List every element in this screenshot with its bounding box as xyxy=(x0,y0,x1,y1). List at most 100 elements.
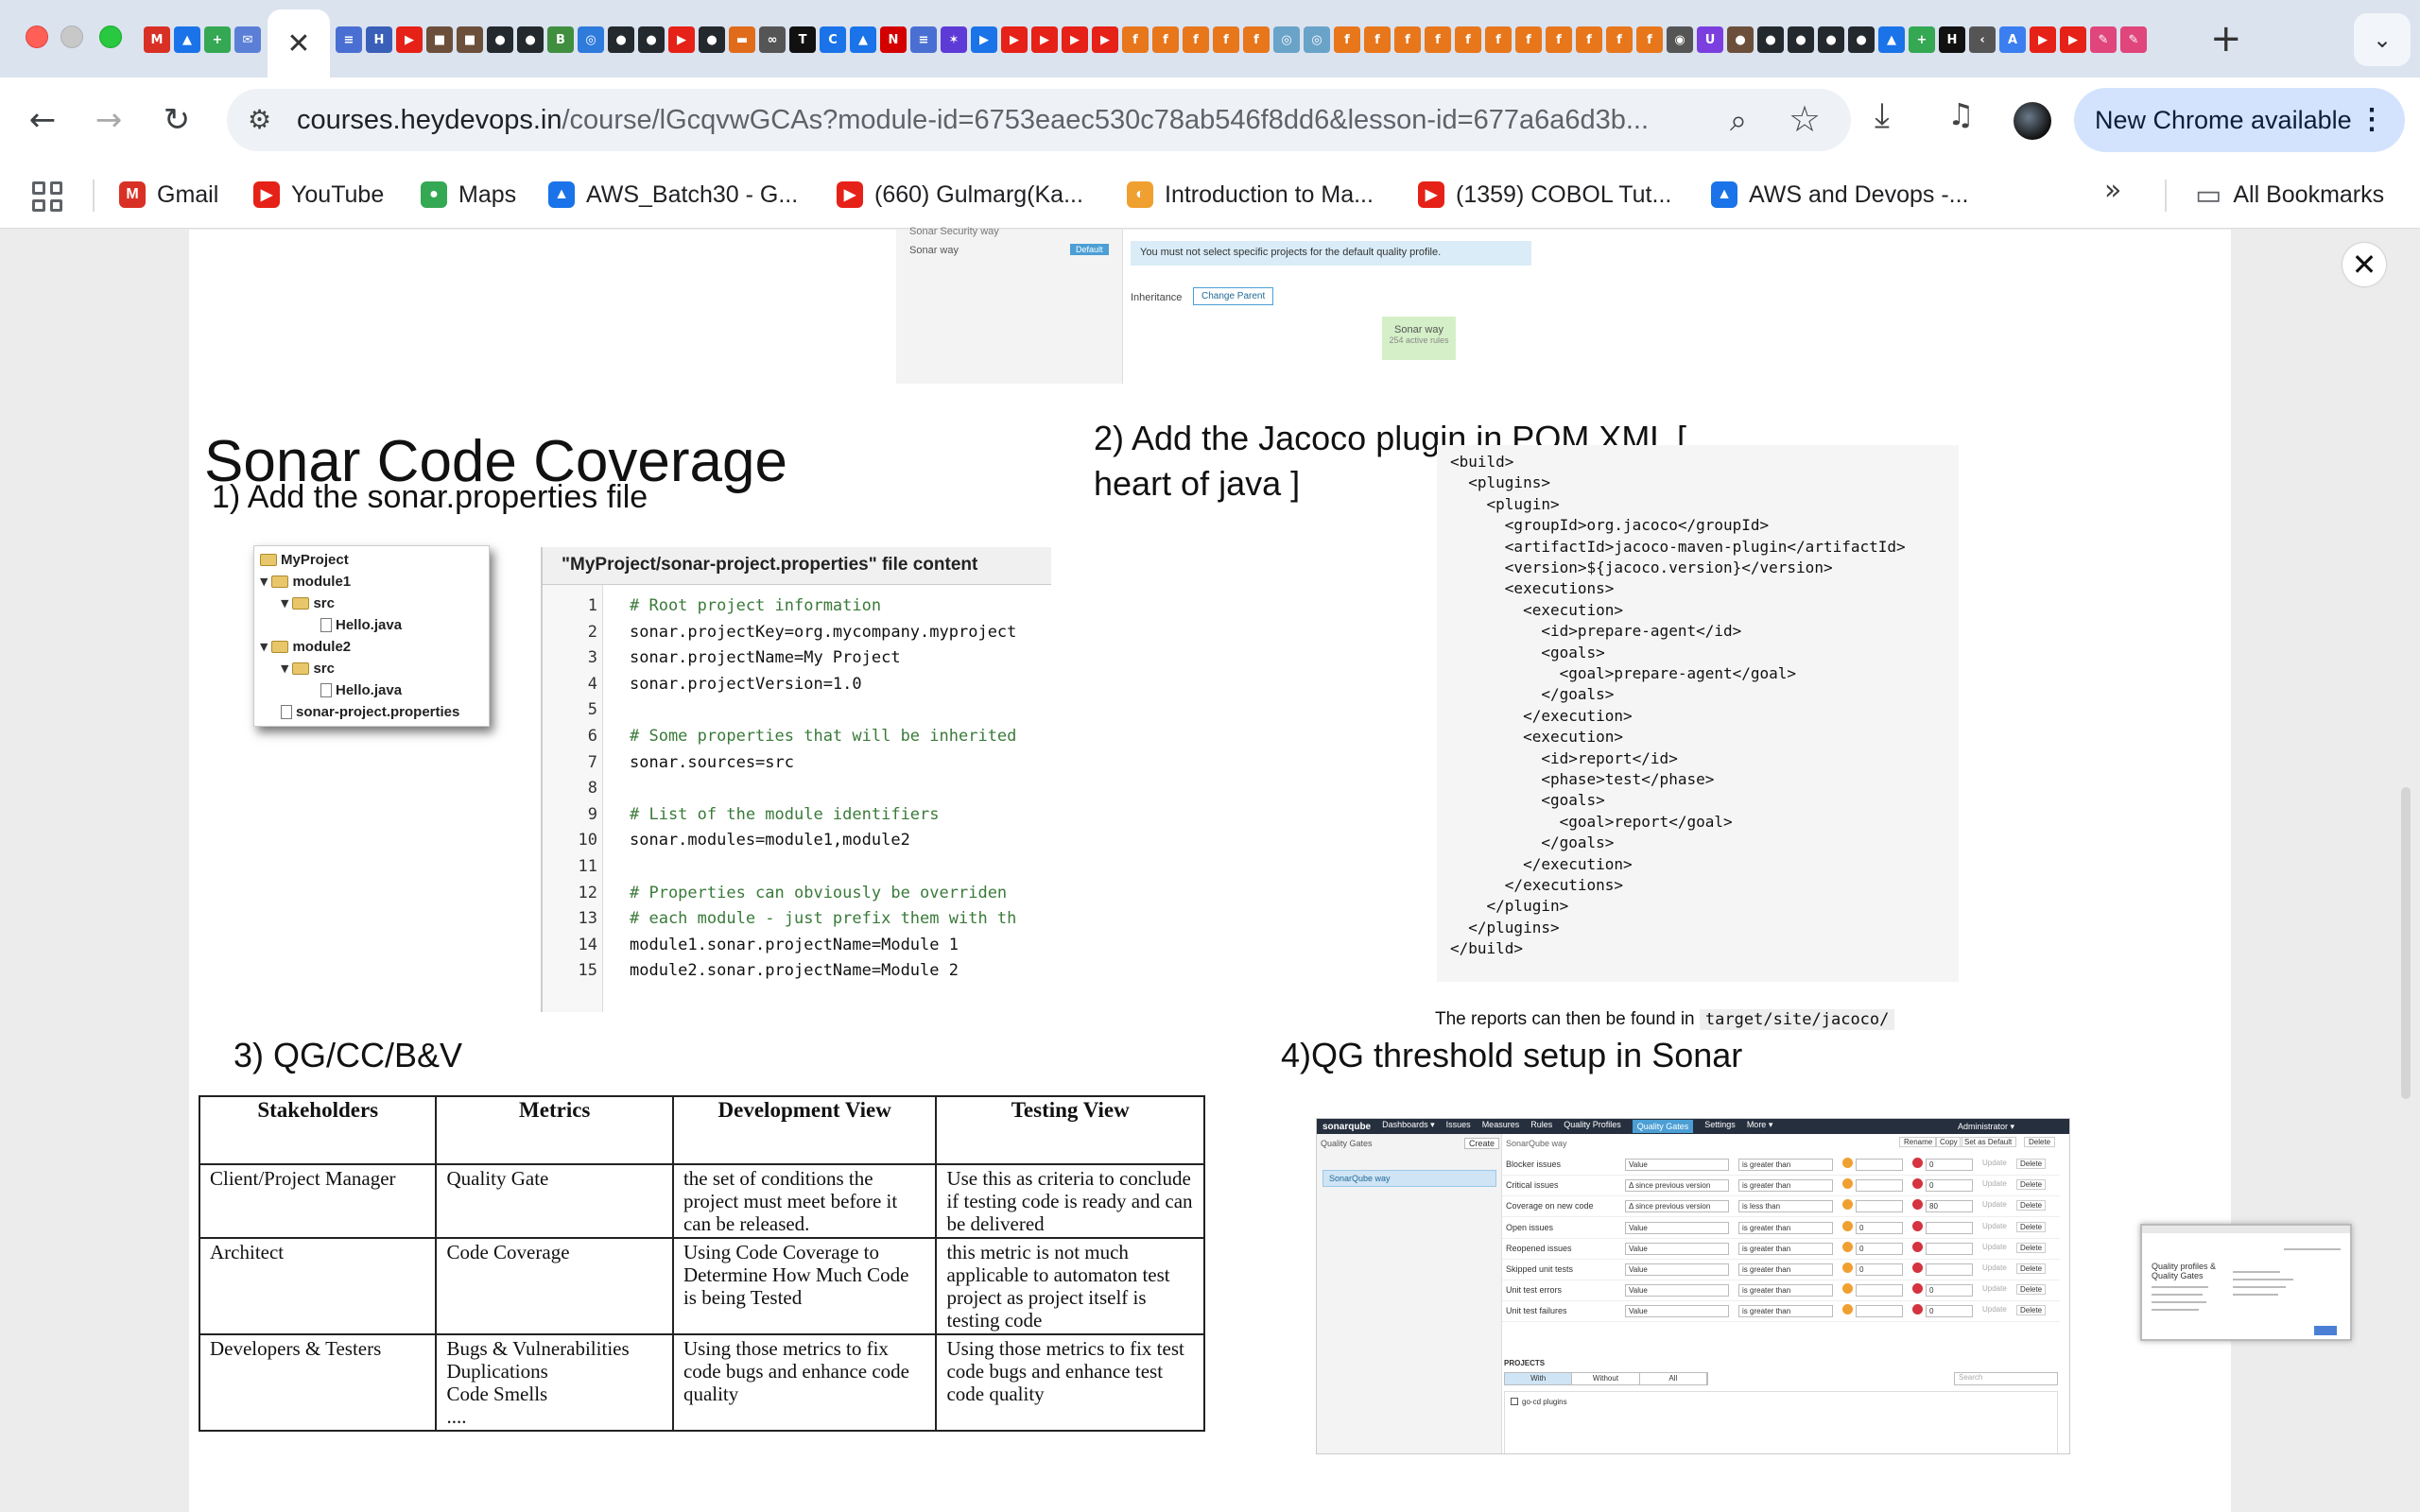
tab-favicon-icon[interactable]: T xyxy=(789,26,816,53)
tab-favicon-icon[interactable]: f xyxy=(1183,26,1209,53)
tab-favicon-icon[interactable]: f xyxy=(1606,26,1633,53)
tab-favicon-icon[interactable]: ▶ xyxy=(1062,26,1088,53)
tab-favicon-icon[interactable]: f xyxy=(1485,26,1512,53)
more-menu-icon[interactable]: ⋮ xyxy=(2358,103,2386,136)
tab-favicon-icon[interactable]: f xyxy=(1213,26,1239,53)
tab-favicon-icon[interactable]: ▬ xyxy=(729,26,755,53)
tab-favicon-icon[interactable]: ▶ xyxy=(971,26,997,53)
tab-favicon-icon[interactable]: ▶ xyxy=(396,26,423,53)
tab-favicon-icon[interactable]: H xyxy=(1939,26,1965,53)
tab-favicon-icon[interactable]: B xyxy=(547,26,574,53)
tab-favicon-icon[interactable]: ◎ xyxy=(1304,26,1330,53)
tab-favicon-icon[interactable]: ● xyxy=(1818,26,1844,53)
tab-favicon-icon[interactable]: ‹ xyxy=(1969,26,1996,53)
tab-favicon-icon[interactable]: ✎ xyxy=(2120,26,2147,53)
all-bookmarks-button[interactable]: ▭ All Bookmarks xyxy=(2195,176,2384,214)
tab-favicon-icon[interactable]: f xyxy=(1455,26,1481,53)
bookmark-item[interactable]: ▲ AWS and Devops -... xyxy=(1711,176,1969,214)
window-maximize-button[interactable] xyxy=(99,26,122,48)
tab-favicon-icon[interactable]: ✎ xyxy=(2090,26,2117,53)
tab-favicon-icon[interactable]: ◎ xyxy=(1273,26,1300,53)
tab-favicon-icon[interactable]: ∞ xyxy=(759,26,786,53)
tab-favicon-icon[interactable]: f xyxy=(1243,26,1270,53)
back-arrow-icon[interactable]: ← xyxy=(19,96,66,144)
slide-thumbnail[interactable]: Quality profiles & Quality Gates xyxy=(2140,1224,2352,1341)
tab-favicon-icon[interactable]: ✶ xyxy=(941,26,967,53)
tab-favicon-icon[interactable]: ● xyxy=(1757,26,1784,53)
tab-favicon-icon[interactable]: U xyxy=(1697,26,1723,53)
tab-favicon-icon[interactable]: ■ xyxy=(426,26,453,53)
tab-favicon-icon[interactable]: f xyxy=(1576,26,1602,53)
tab-favicon-icon[interactable]: N xyxy=(880,26,907,53)
bookmark-item[interactable]: ● Maps xyxy=(421,176,516,214)
tab-favicon-icon[interactable]: ● xyxy=(1848,26,1875,53)
window-minimize-button[interactable] xyxy=(60,26,83,48)
tab-favicon-icon[interactable]: C xyxy=(820,26,846,53)
tab-favicon-icon[interactable]: ▲ xyxy=(850,26,876,53)
tab-favicon-icon[interactable]: f xyxy=(1364,26,1391,53)
site-info-icon[interactable]: ⚙ xyxy=(248,104,280,136)
download-icon[interactable]: ⤓ xyxy=(1875,96,1890,136)
tab-favicon-icon[interactable]: ▶ xyxy=(2030,26,2056,53)
bookmark-item[interactable]: ▶ YouTube xyxy=(253,176,384,214)
tab-favicon-icon[interactable]: ▶ xyxy=(668,26,695,53)
active-tab[interactable]: ✕ xyxy=(268,9,330,77)
tab-favicon-icon[interactable]: ● xyxy=(1727,26,1754,53)
tab-search-button[interactable]: ⌄ xyxy=(2354,13,2411,66)
new-tab-button[interactable]: + xyxy=(2210,17,2242,60)
tab-favicon-icon[interactable]: ▶ xyxy=(2060,26,2086,53)
tab-favicon-icon[interactable]: ● xyxy=(487,26,513,53)
url-text[interactable]: courses.heydevops.in/course/lGcqvwGCAs?m… xyxy=(297,105,1658,136)
tab-favicon-icon[interactable]: f xyxy=(1636,26,1663,53)
tab-favicon-icon[interactable]: f xyxy=(1515,26,1542,53)
tab-favicon-icon[interactable]: ● xyxy=(517,26,544,53)
xml-line: </plugins> xyxy=(1450,918,1560,936)
tab-favicon-icon[interactable]: ■ xyxy=(457,26,483,53)
more-bookmarks-icon[interactable]: » xyxy=(2104,174,2121,207)
tab-favicon-icon[interactable]: ▲ xyxy=(174,26,200,53)
tab-favicon-icon[interactable]: A xyxy=(1999,26,2026,53)
tab-favicon-icon[interactable]: + xyxy=(1909,26,1935,53)
bookmark-item[interactable]: ◐ Introduction to Ma... xyxy=(1127,176,1374,214)
tab-favicon-icon[interactable]: ● xyxy=(699,26,725,53)
profile-avatar[interactable] xyxy=(2014,102,2051,140)
reload-icon[interactable]: ↻ xyxy=(153,96,200,144)
media-control-icon[interactable]: ♫ xyxy=(1947,96,1975,132)
tab-favicon-icon[interactable]: ▶ xyxy=(1031,26,1058,53)
tab-favicon-icon[interactable]: + xyxy=(204,26,231,53)
tab-favicon-icon[interactable]: ● xyxy=(638,26,665,53)
page-scrollbar[interactable] xyxy=(2401,787,2411,1099)
tab-favicon-icon[interactable]: f xyxy=(1152,26,1179,53)
window-close-button[interactable] xyxy=(26,26,48,48)
zoom-icon[interactable]: ⌕ xyxy=(1730,102,1747,139)
update-button: Update xyxy=(1982,1159,2007,1167)
tab-favicon-icon[interactable]: ✉ xyxy=(234,26,261,53)
forward-arrow-icon[interactable]: → xyxy=(85,96,132,144)
chrome-update-button[interactable]: New Chrome available ⋮ xyxy=(2074,88,2405,152)
tab-favicon-icon[interactable]: ▲ xyxy=(1878,26,1905,53)
address-bar[interactable]: ⚙ courses.heydevops.in/course/lGcqvwGCAs… xyxy=(227,89,1851,151)
bookmark-star-icon[interactable]: ☆ xyxy=(1789,98,1821,140)
bookmark-item[interactable]: ▶ (660) Gulmarg(Ka... xyxy=(837,176,1083,214)
tab-favicon-icon[interactable]: f xyxy=(1334,26,1360,53)
tab-favicon-icon[interactable]: ● xyxy=(608,26,634,53)
tab-favicon-icon[interactable]: f xyxy=(1394,26,1421,53)
apps-grid-icon[interactable] xyxy=(32,181,62,212)
bookmark-item[interactable]: M Gmail xyxy=(119,176,218,214)
tab-favicon-icon[interactable]: ● xyxy=(1788,26,1814,53)
close-tab-icon[interactable]: ✕ xyxy=(286,27,310,60)
tab-favicon-icon[interactable]: ▶ xyxy=(1001,26,1028,53)
tab-favicon-icon[interactable]: f xyxy=(1122,26,1149,53)
close-viewer-button[interactable]: ✕ xyxy=(2342,243,2386,286)
tab-favicon-icon[interactable]: ◉ xyxy=(1667,26,1693,53)
tab-favicon-icon[interactable]: ◎ xyxy=(578,26,604,53)
bookmark-item[interactable]: ▶ (1359) COBOL Tut... xyxy=(1418,176,1671,214)
tab-favicon-icon[interactable]: f xyxy=(1425,26,1451,53)
tab-favicon-icon[interactable]: ≡ xyxy=(336,26,362,53)
tab-favicon-icon[interactable]: f xyxy=(1546,26,1572,53)
tab-favicon-icon[interactable]: M xyxy=(144,26,170,53)
tab-favicon-icon[interactable]: H xyxy=(366,26,392,53)
tab-favicon-icon[interactable]: ▶ xyxy=(1092,26,1118,53)
tab-favicon-icon[interactable]: ≡ xyxy=(910,26,937,53)
bookmark-item[interactable]: ▲ AWS_Batch30 - G... xyxy=(548,176,798,214)
